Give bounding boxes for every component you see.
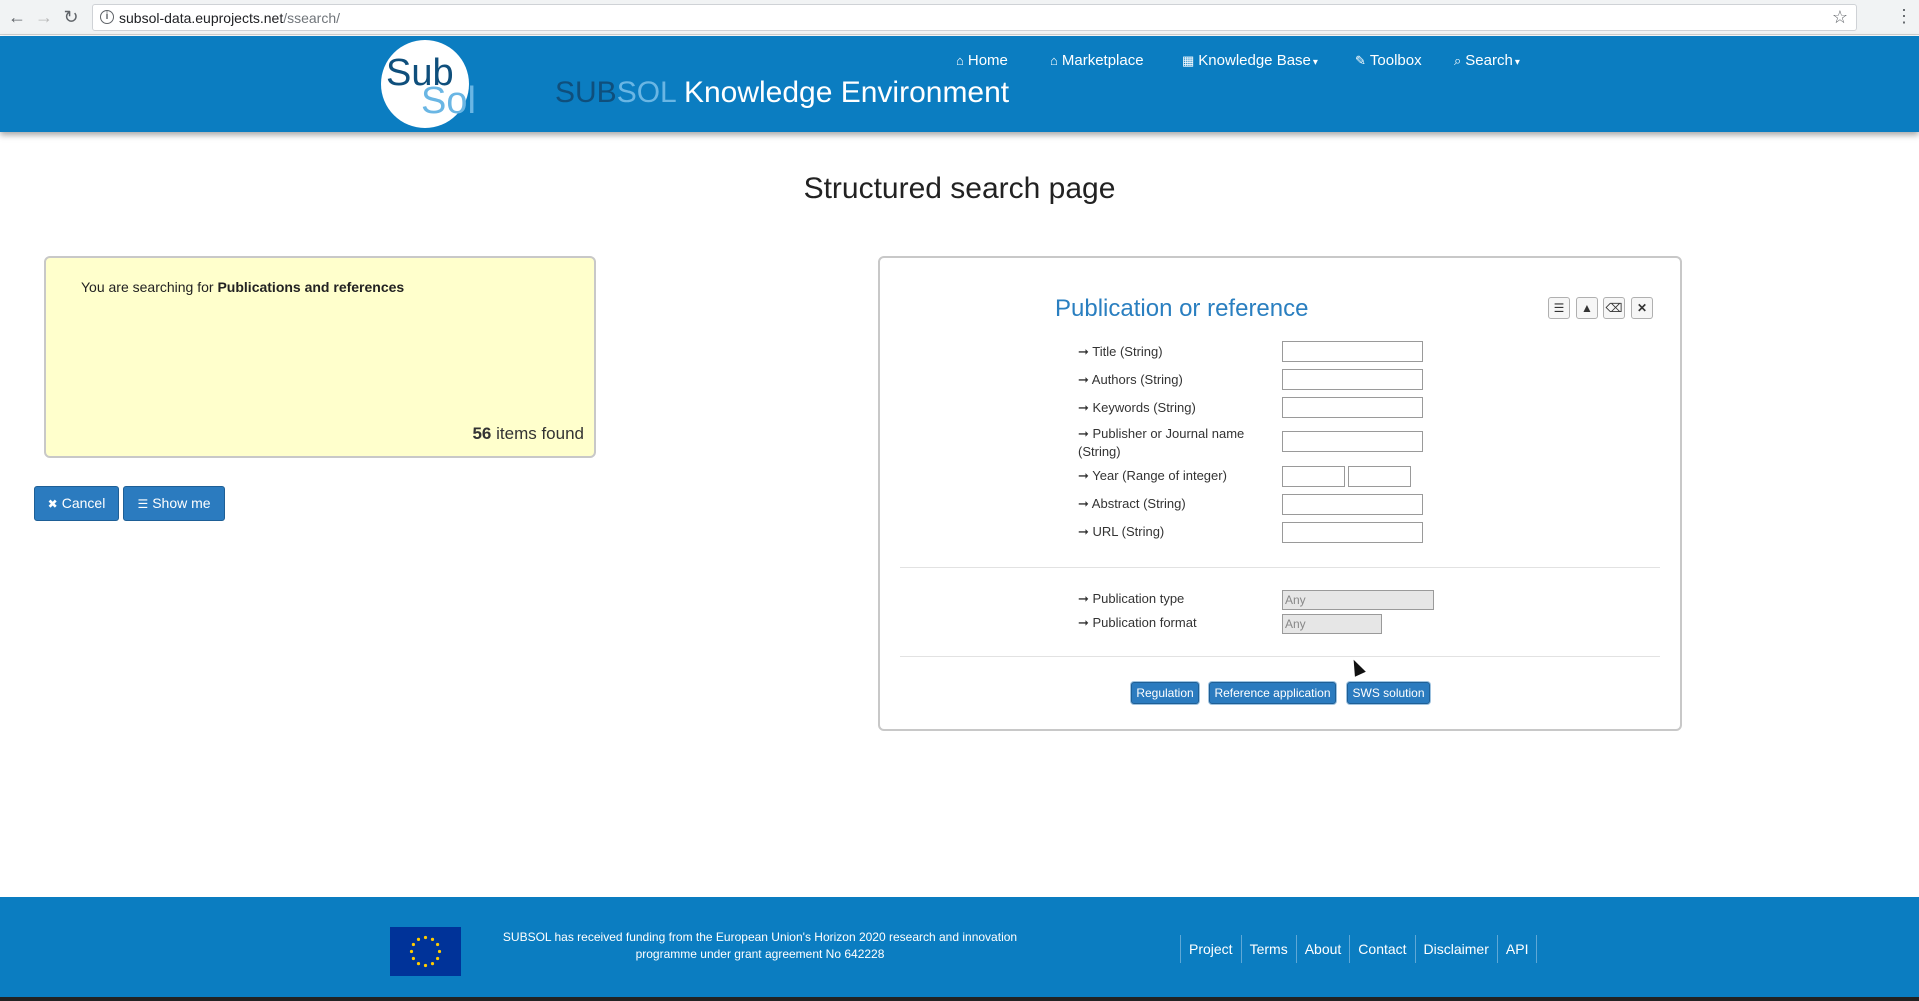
browser-toolbar: ← → ↻ i subsol-data.euprojects.net/ssear… bbox=[0, 0, 1919, 35]
table-icon: ▦ bbox=[1182, 53, 1195, 68]
field-label-publication-type: ➞ Publication type bbox=[1078, 591, 1185, 606]
clear-form-icon[interactable]: ⌫ bbox=[1603, 297, 1625, 319]
title-input[interactable] bbox=[1282, 341, 1423, 362]
browser-menu-icon[interactable]: ⋮ bbox=[1895, 6, 1913, 27]
nav-toolbox[interactable]: ✎ Toolbox bbox=[1355, 52, 1422, 69]
form-title: Publication or reference bbox=[1055, 295, 1309, 322]
wrench-icon: ✎ bbox=[1355, 53, 1366, 68]
publication-type-select[interactable]: Any bbox=[1282, 590, 1434, 610]
nav-search[interactable]: ⌕ Search ▾ bbox=[1454, 52, 1520, 69]
footer-link-api[interactable]: API bbox=[1496, 935, 1538, 963]
bookmark-star-icon[interactable]: ☆ bbox=[1832, 7, 1848, 28]
keywords-input[interactable] bbox=[1282, 397, 1423, 418]
search-form-panel bbox=[878, 256, 1682, 731]
field-label-keywords: ➞ Keywords (String) bbox=[1078, 400, 1196, 415]
address-bar[interactable]: i subsol-data.euprojects.net/ssearch/ ☆ bbox=[92, 4, 1857, 31]
nav-marketplace[interactable]: ⌂ Marketplace bbox=[1050, 52, 1144, 69]
footer-link-project[interactable]: Project bbox=[1180, 935, 1241, 963]
search-icon: ⌕ bbox=[1454, 53, 1462, 68]
site-info-icon[interactable]: i bbox=[100, 10, 114, 24]
authors-input[interactable] bbox=[1282, 369, 1423, 390]
site-footer: SUBSOL has received funding from the Eur… bbox=[0, 897, 1919, 997]
footer-link-disclaimer[interactable]: Disclaimer bbox=[1414, 935, 1497, 963]
url-input[interactable] bbox=[1282, 522, 1423, 543]
site-header: Sub Sol SUBSOL Knowledge Environment ⌂ Ho… bbox=[0, 36, 1919, 132]
field-label-publisher: ➞ Publisher or Journal name bbox=[1078, 426, 1245, 441]
logo-text-sol: Sol bbox=[421, 80, 476, 122]
footer-link-contact[interactable]: Contact bbox=[1349, 935, 1414, 963]
search-subject-line: You are searching for Publications and r… bbox=[81, 279, 405, 295]
field-label-authors: ➞ Authors (String) bbox=[1078, 372, 1183, 387]
page-title: Structured search page bbox=[803, 172, 1116, 205]
nav-home[interactable]: ⌂ Home bbox=[956, 52, 1008, 69]
field-label-publisher-type: (String) bbox=[1078, 444, 1121, 459]
field-label-publication-format: ➞ Publication format bbox=[1078, 615, 1197, 630]
collapse-icon[interactable]: ▲ bbox=[1576, 297, 1598, 319]
publication-format-select[interactable]: Any bbox=[1282, 614, 1382, 634]
bank-icon: ⌂ bbox=[1050, 53, 1058, 68]
abstract-input[interactable] bbox=[1282, 494, 1423, 515]
form-divider bbox=[900, 567, 1660, 568]
year-from-input[interactable] bbox=[1282, 466, 1345, 487]
caret-down-icon: ▾ bbox=[1312, 57, 1318, 68]
site-title: SUBSOL Knowledge Environment bbox=[555, 76, 1010, 109]
field-label-title: ➞ Title (String) bbox=[1078, 344, 1163, 359]
funding-statement: SUBSOL has received funding from the Eur… bbox=[502, 930, 1018, 961]
field-label-abstract: ➞ Abstract (String) bbox=[1078, 496, 1186, 511]
cancel-button[interactable]: ✖ Cancel bbox=[34, 486, 119, 521]
search-summary-box: You are searching for Publications and r… bbox=[44, 256, 596, 458]
field-label-url: ➞ URL (String) bbox=[1078, 524, 1165, 539]
back-icon[interactable]: ← bbox=[6, 6, 28, 28]
regulation-button[interactable]: Regulation bbox=[1131, 682, 1199, 704]
caret-down-icon: ▾ bbox=[1514, 57, 1520, 68]
reference-application-button[interactable]: Reference application bbox=[1209, 682, 1336, 704]
publisher-input[interactable] bbox=[1282, 431, 1423, 452]
field-label-year: ➞ Year (Range of integer) bbox=[1078, 468, 1227, 483]
close-icon: ✖ bbox=[47, 497, 58, 511]
forward-icon[interactable]: → bbox=[33, 6, 55, 28]
taskbar-strip bbox=[0, 997, 1919, 1001]
subsol-logo[interactable]: Sub Sol bbox=[381, 40, 476, 128]
footer-link-about[interactable]: About bbox=[1295, 935, 1350, 963]
sws-solution-button[interactable]: SWS solution bbox=[1347, 682, 1430, 704]
list-view-icon[interactable]: ☰ bbox=[1548, 297, 1570, 319]
home-icon: ⌂ bbox=[956, 53, 964, 68]
items-found-count: 56 items found bbox=[472, 424, 584, 443]
list-icon: ☰ bbox=[137, 497, 149, 511]
url-text[interactable]: subsol-data.euprojects.net/ssearch/ bbox=[119, 10, 340, 26]
footer-links: Project Terms About Contact Disclaimer A… bbox=[1180, 935, 1538, 963]
nav-knowledge-base[interactable]: ▦ Knowledge Base ▾ bbox=[1182, 52, 1318, 69]
eu-flag-icon bbox=[390, 927, 461, 976]
footer-link-terms[interactable]: Terms bbox=[1240, 935, 1296, 963]
reload-icon[interactable]: ↻ bbox=[60, 6, 82, 28]
year-to-input[interactable] bbox=[1348, 466, 1411, 487]
form-divider bbox=[900, 656, 1660, 657]
show-me-button[interactable]: ☰ Show me bbox=[123, 486, 225, 521]
close-form-icon[interactable]: ✕ bbox=[1631, 297, 1653, 319]
